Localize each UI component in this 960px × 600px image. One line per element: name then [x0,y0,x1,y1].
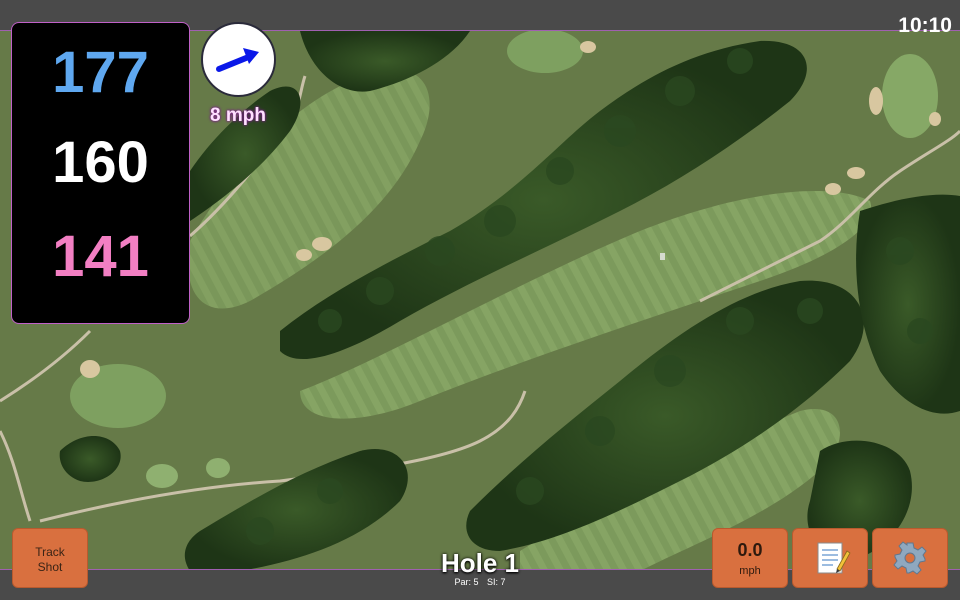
distance-panel: 177 160 141 [11,22,190,324]
hole-meta: Par: 5 SI: 7 [380,577,580,588]
hole-par: Par: 5 [454,577,479,587]
back-distance: 177 [52,40,149,105]
hole-title: Hole 1 [440,548,520,578]
clock: 10:10 [898,14,952,37]
track-shot-button[interactable]: Track Shot [12,528,88,588]
wind-arrow-icon [216,48,259,72]
speed-value: 0.0 [737,540,763,560]
middle-distance: 160 [52,130,149,195]
wind-indicator [201,22,276,97]
notes-button[interactable] [792,528,868,588]
track-shot-label-line2: Shot [37,560,63,574]
notepad-icon [817,542,851,574]
settings-button[interactable] [872,528,948,588]
front-distance: 141 [52,224,149,289]
golf-gps-screen: 177 160 141 8 mph 10:10 Track Shot Hole … [0,0,960,600]
speed-button[interactable]: 0.0 mph [712,528,788,588]
wind-speed: 8 mph [210,105,266,126]
gear-icon [893,541,927,575]
track-shot-label-line1: Track [35,545,65,559]
hole-stroke-index: SI: 7 [487,577,506,587]
speed-unit: mph [739,565,761,577]
